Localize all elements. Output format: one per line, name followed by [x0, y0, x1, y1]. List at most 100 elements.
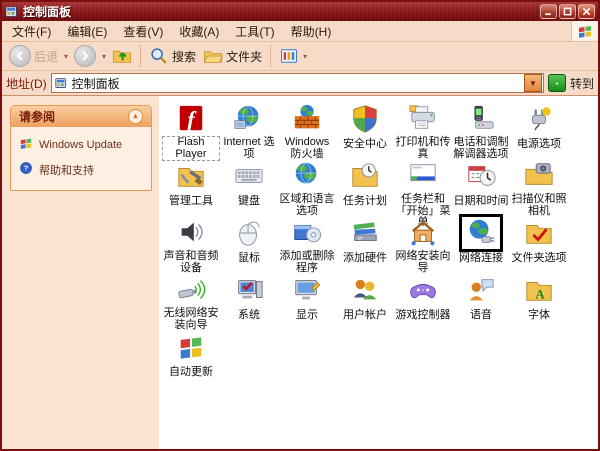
- menu-item[interactable]: 收藏(A): [171, 21, 227, 42]
- control-panel-item[interactable]: 语音: [452, 271, 510, 328]
- control-panel-item[interactable]: 系统: [220, 271, 278, 328]
- toolbar: 后退 ▾ ▾ 搜索 文件夹 ▾: [2, 42, 598, 71]
- scheduled-tasks-icon: [343, 157, 387, 195]
- back-label: 后退: [34, 48, 58, 65]
- up-button[interactable]: [110, 45, 134, 67]
- minimize-button[interactable]: [540, 4, 557, 19]
- see-also-body: Windows Update? 帮助和支持: [11, 127, 151, 190]
- control-panel-item[interactable]: 打印机和传真: [394, 100, 452, 157]
- item-label: 管理工具: [168, 195, 214, 209]
- power-options-icon: [517, 100, 561, 138]
- address-label: 地址(D): [6, 75, 47, 92]
- control-panel-item[interactable]: 网络连接: [452, 214, 510, 271]
- views-icon: [279, 46, 299, 66]
- search-label: 搜索: [172, 48, 196, 65]
- user-accounts-icon: [343, 271, 387, 309]
- control-panel-item[interactable]: 安全中心: [336, 100, 394, 157]
- item-label: 电源选项: [516, 138, 562, 152]
- close-button[interactable]: [578, 4, 595, 19]
- control-panel-item[interactable]: 添加或删除程序: [278, 214, 336, 271]
- control-panel-item[interactable]: Windows 防火墙: [278, 100, 336, 157]
- sidebar: 请参阅 ▲ Windows Update? 帮助和支持: [2, 96, 159, 449]
- control-panel-item[interactable]: 用户帐户: [336, 271, 394, 328]
- control-panel-item[interactable]: 区域和语言选项: [278, 157, 336, 214]
- fonts-icon: A: [517, 271, 561, 309]
- network-connections-icon: [459, 214, 503, 252]
- wireless-network-wizard-icon: [169, 271, 213, 307]
- item-label: 安全中心: [342, 138, 388, 152]
- control-panel-item[interactable]: 电源选项: [510, 100, 568, 157]
- control-panel-item[interactable]: A字体: [510, 271, 568, 328]
- control-panel-item[interactable]: 网络安装向导: [394, 214, 452, 271]
- see-also-header[interactable]: 请参阅 ▲: [11, 106, 151, 127]
- control-panel-item[interactable]: 任务计划: [336, 157, 394, 214]
- control-panel-item[interactable]: 自动更新: [162, 328, 220, 385]
- phone-and-modem-icon: [459, 100, 503, 136]
- svg-text:?: ?: [24, 164, 29, 173]
- search-icon: [149, 46, 169, 66]
- control-panel-item[interactable]: 管理工具: [162, 157, 220, 214]
- game-controllers-icon: [401, 271, 445, 309]
- add-remove-programs-icon: [285, 214, 329, 250]
- control-panel-item[interactable]: Internet 选项: [220, 100, 278, 157]
- scanners-cameras-icon: [517, 157, 561, 193]
- control-panel-window: 控制面板 文件(F)编辑(E)查看(V)收藏(A)工具(T)帮助(H) 后退 ▾…: [0, 0, 600, 451]
- back-button[interactable]: 后退: [7, 44, 60, 68]
- date-and-time-icon: [459, 157, 503, 195]
- help-icon: ?: [19, 161, 33, 178]
- window-icon: [5, 5, 19, 19]
- forward-button[interactable]: [72, 44, 98, 68]
- menu-bar: 文件(F)编辑(E)查看(V)收藏(A)工具(T)帮助(H): [2, 21, 598, 42]
- item-label: 网络连接: [458, 252, 504, 266]
- address-input[interactable]: 控制面板 ▼: [51, 73, 544, 93]
- main-pane: fFlash PlayerInternet 选项Windows 防火墙安全中心打…: [159, 96, 598, 449]
- folders-button[interactable]: 文件夹: [201, 45, 264, 67]
- folders-label: 文件夹: [226, 48, 262, 65]
- control-panel-item[interactable]: fFlash Player: [162, 100, 220, 157]
- search-button[interactable]: 搜索: [147, 45, 198, 67]
- control-panel-item[interactable]: 声音和音频设备: [162, 214, 220, 271]
- control-panel-item[interactable]: 无线网络安装向导: [162, 271, 220, 328]
- item-label: 键盘: [237, 195, 261, 209]
- back-dropdown-caret[interactable]: ▾: [63, 52, 69, 61]
- item-label: 鼠标: [237, 252, 261, 266]
- item-label: 添加硬件: [342, 252, 388, 266]
- control-panel-item[interactable]: 显示: [278, 271, 336, 328]
- menu-item[interactable]: 工具(T): [227, 21, 282, 42]
- maximize-button[interactable]: [559, 4, 576, 19]
- chevron-up-icon[interactable]: ▲: [128, 109, 143, 124]
- sidebar-item-label: Windows Update: [39, 139, 122, 151]
- see-also-panel: 请参阅 ▲ Windows Update? 帮助和支持: [10, 105, 152, 191]
- control-panel-item[interactable]: 游戏控制器: [394, 271, 452, 328]
- sidebar-item[interactable]: Windows Update: [19, 136, 145, 153]
- menu-item[interactable]: 编辑(E): [59, 21, 115, 42]
- menu-item[interactable]: 文件(F): [4, 21, 59, 42]
- control-panel-item[interactable]: 鼠标: [220, 214, 278, 271]
- control-panel-item[interactable]: 电话和调制解调器选项: [452, 100, 510, 157]
- item-label: 语音: [469, 309, 493, 323]
- item-label: 自动更新: [168, 366, 214, 380]
- go-label: 转到: [570, 75, 594, 92]
- titlebar: 控制面板: [2, 2, 598, 21]
- control-panel-item[interactable]: 任务栏和「开始」菜单: [394, 157, 452, 214]
- address-bar: 地址(D) 控制面板 ▼ 转到: [2, 71, 598, 96]
- control-panel-item[interactable]: 添加硬件: [336, 214, 394, 271]
- control-panel-item[interactable]: 扫描仪和照相机: [510, 157, 568, 214]
- item-label: 游戏控制器: [395, 309, 452, 323]
- sidebar-item-label: 帮助和支持: [39, 162, 94, 178]
- control-panel-item[interactable]: 键盘: [220, 157, 278, 214]
- menu-item[interactable]: 帮助(H): [283, 21, 340, 42]
- forward-dropdown-caret[interactable]: ▾: [101, 52, 107, 61]
- sidebar-item[interactable]: ? 帮助和支持: [19, 161, 145, 178]
- views-dropdown-caret: ▾: [302, 52, 308, 61]
- go-button[interactable]: [548, 74, 566, 92]
- control-panel-item[interactable]: 文件夹选项: [510, 214, 568, 271]
- folders-icon: [203, 46, 223, 66]
- windows-logo-icon: [19, 136, 33, 153]
- menu-item[interactable]: 查看(V): [115, 21, 171, 42]
- taskbar-start-menu-icon: [401, 157, 445, 193]
- control-panel-item[interactable]: 日期和时间: [452, 157, 510, 214]
- printers-and-faxes-icon: [401, 100, 445, 136]
- address-dropdown-button[interactable]: ▼: [524, 74, 542, 92]
- views-button[interactable]: ▾: [277, 45, 310, 67]
